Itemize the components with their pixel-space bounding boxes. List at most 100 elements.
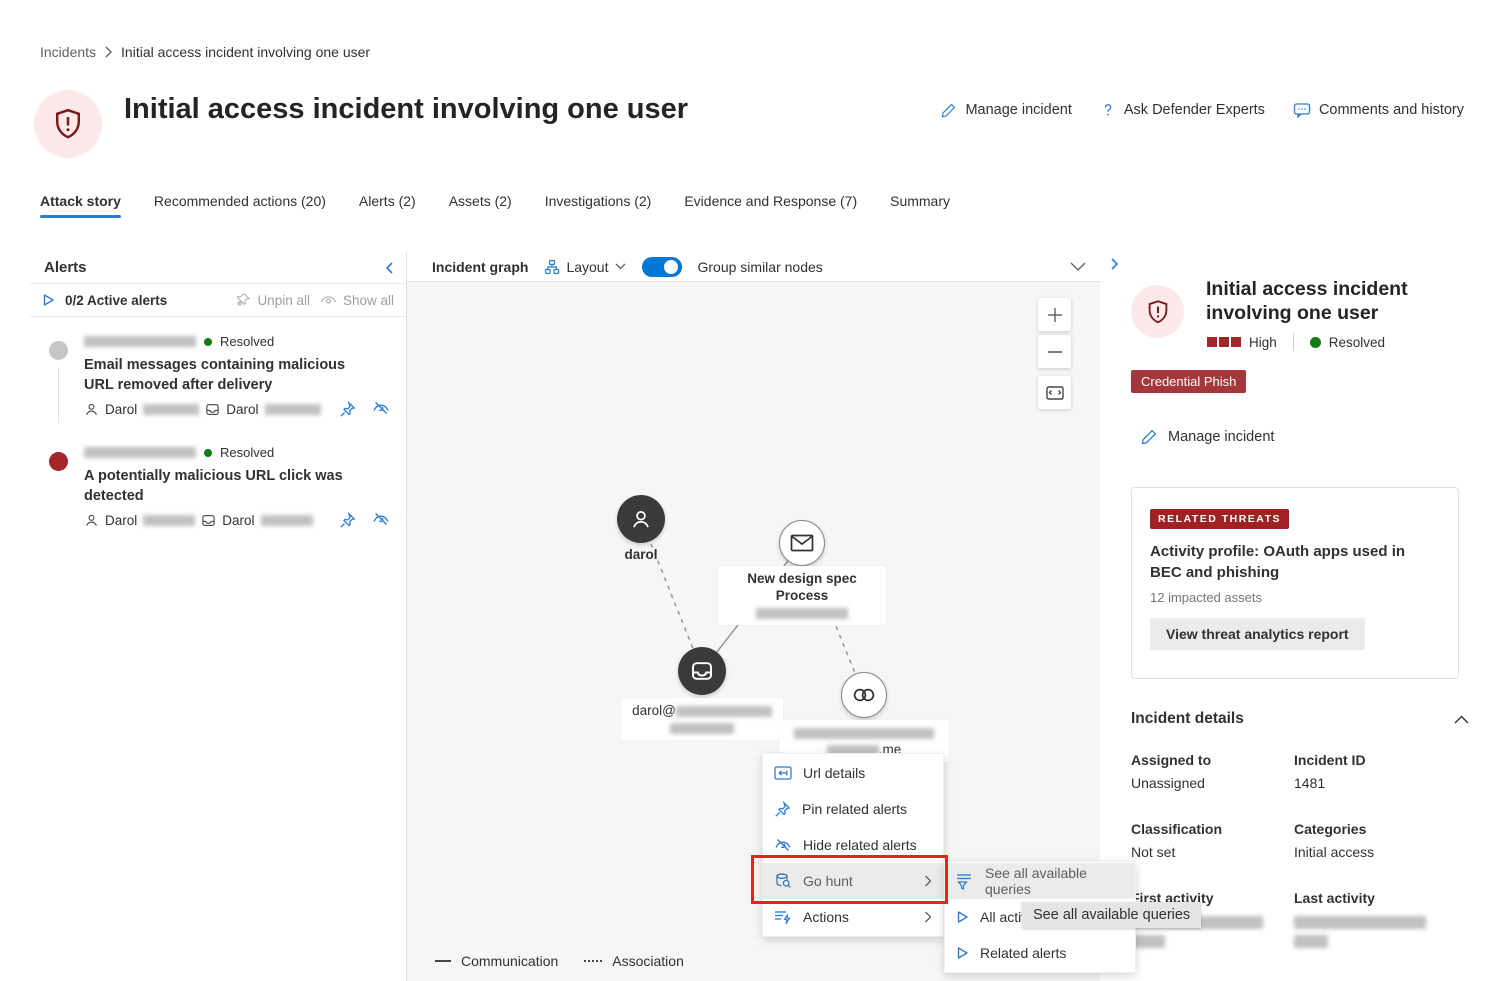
comments-history-button[interactable]: Comments and history xyxy=(1293,102,1464,118)
resolved-dot-icon xyxy=(204,449,212,457)
menu-item-hide-related-alerts[interactable]: Hide related alerts xyxy=(763,827,943,863)
menu-item-actions[interactable]: Actions xyxy=(763,899,943,935)
mailbox-prefix: darol@ xyxy=(632,703,676,718)
ask-defender-experts-button[interactable]: Ask Defender Experts xyxy=(1100,102,1265,118)
header-actions: Manage incident Ask Defender Experts Com… xyxy=(941,102,1464,118)
queries-icon xyxy=(956,873,974,890)
alert-mailbox-name[interactable]: Darol xyxy=(226,402,258,417)
play-alerts-icon[interactable] xyxy=(42,293,55,307)
tab-recommended-actions[interactable]: Recommended actions (20) xyxy=(154,193,326,218)
tab-investigations[interactable]: Investigations (2) xyxy=(545,193,652,218)
field-assigned-to: Assigned to Unassigned xyxy=(1131,752,1294,791)
timeline-connector xyxy=(58,367,59,423)
comments-history-label: Comments and history xyxy=(1319,102,1464,118)
graph-node-url[interactable] xyxy=(841,672,887,718)
zoom-out-button[interactable] xyxy=(1038,335,1071,368)
manage-incident-button[interactable]: Manage incident xyxy=(941,102,1071,118)
incident-shield-icon-small xyxy=(1131,285,1184,338)
zoom-in-button[interactable] xyxy=(1038,298,1071,331)
alert-title[interactable]: Email messages containing malicious URL … xyxy=(84,355,346,395)
graph-node-mailbox[interactable] xyxy=(678,647,726,695)
node-context-menu: Url details Pin related alerts Hide rela… xyxy=(762,753,944,937)
chevron-up-icon[interactable] xyxy=(1454,715,1469,724)
hide-alert-icon[interactable] xyxy=(372,512,390,529)
pin-icon xyxy=(774,801,791,818)
graph-node-email[interactable] xyxy=(779,520,825,566)
menu-item-label: Go hunt xyxy=(803,873,913,889)
severity-label: High xyxy=(1249,335,1277,350)
tab-alerts[interactable]: Alerts (2) xyxy=(359,193,416,218)
group-toggle-label: Group similar nodes xyxy=(698,259,823,275)
alert-user-name[interactable]: Darol xyxy=(105,513,137,528)
graph-zoom-controls xyxy=(1038,298,1071,409)
manage-incident-button-panel[interactable]: Manage incident xyxy=(1141,428,1274,445)
redacted-email-detail xyxy=(756,608,848,619)
menu-item-go-hunt[interactable]: Go hunt xyxy=(763,863,943,899)
alerts-panel-title: Alerts xyxy=(44,259,87,276)
breadcrumb-incidents-link[interactable]: Incidents xyxy=(40,44,96,60)
layout-icon xyxy=(544,259,560,275)
incident-shield-icon xyxy=(34,90,102,158)
menu-item-pin-related-alerts[interactable]: Pin related alerts xyxy=(763,791,943,827)
unpin-all-label: Unpin all xyxy=(257,293,310,308)
question-icon xyxy=(1100,102,1116,118)
field-label: Incident ID xyxy=(1294,752,1464,768)
graph-node-user[interactable] xyxy=(617,495,665,543)
unpin-all-button[interactable]: Unpin all xyxy=(235,292,310,308)
field-value: Not set xyxy=(1131,844,1294,860)
submenu-item-see-all-queries[interactable]: See all available queries xyxy=(945,863,1135,899)
hide-alert-icon[interactable] xyxy=(372,401,390,418)
graph-title: Incident graph xyxy=(432,259,528,275)
alert-title[interactable]: A potentially malicious URL click was de… xyxy=(84,466,346,506)
graph-node-user-label[interactable]: darol xyxy=(624,546,657,563)
tab-summary[interactable]: Summary xyxy=(890,193,950,218)
defender-incident-page: Incidents Initial access incident involv… xyxy=(0,0,1501,981)
alert-list-item[interactable]: Resolved A potentially malicious URL cli… xyxy=(30,431,406,542)
pin-icon[interactable] xyxy=(339,512,356,529)
hide-alert-icon xyxy=(774,838,792,853)
mailbox-icon xyxy=(205,402,220,417)
play-icon xyxy=(956,910,969,924)
person-icon xyxy=(84,513,99,528)
field-classification: Classification Not set xyxy=(1131,821,1294,860)
collapse-panel-icon[interactable] xyxy=(384,261,394,275)
graph-node-email-label[interactable]: New design spec Process xyxy=(718,566,886,625)
tab-evidence-response[interactable]: Evidence and Response (7) xyxy=(684,193,857,218)
alert-list-item[interactable]: Resolved Email messages containing malic… xyxy=(30,317,406,431)
redacted-mailbox-surname xyxy=(261,515,313,526)
chevron-down-icon xyxy=(615,263,626,270)
legend-communication: Communication xyxy=(461,953,558,969)
submenu-item-related-alerts[interactable]: Related alerts xyxy=(945,935,1135,971)
view-threat-analytics-button[interactable]: View threat analytics report xyxy=(1150,618,1365,650)
resolved-dot-icon xyxy=(1310,337,1321,348)
person-icon xyxy=(84,402,99,417)
tab-assets[interactable]: Assets (2) xyxy=(449,193,512,218)
impacted-assets-count: 12 impacted assets xyxy=(1150,590,1440,605)
alerts-panel: Alerts 0/2 Active alerts Unpin all Show … xyxy=(30,252,407,981)
field-value: 1481 xyxy=(1294,775,1464,791)
redacted-user-surname xyxy=(143,404,199,415)
collapse-right-panel-icon[interactable] xyxy=(1110,257,1120,271)
menu-item-label: Hide related alerts xyxy=(803,837,932,853)
manage-incident-label: Manage incident xyxy=(1168,429,1274,445)
incident-panel-title: Initial access incident involving one us… xyxy=(1206,277,1436,325)
show-all-button[interactable]: Show all xyxy=(320,293,394,308)
legend-association: Association xyxy=(612,953,684,969)
graph-collapse-chevron-icon[interactable] xyxy=(1070,262,1086,271)
credential-phish-tag[interactable]: Credential Phish xyxy=(1131,370,1246,393)
menu-item-url-details[interactable]: Url details xyxy=(763,755,943,791)
redacted-alert-timestamp xyxy=(84,336,196,347)
alert-user-name[interactable]: Darol xyxy=(105,402,137,417)
layout-dropdown[interactable]: Layout xyxy=(544,259,625,275)
fit-to-screen-button[interactable] xyxy=(1038,376,1071,409)
tab-attack-story[interactable]: Attack story xyxy=(40,193,121,218)
ask-defender-experts-label: Ask Defender Experts xyxy=(1124,102,1265,118)
group-similar-nodes-toggle[interactable] xyxy=(642,257,682,277)
incident-details-panel: Initial access incident involving one us… xyxy=(1101,252,1501,981)
alert-mailbox-name[interactable]: Darol xyxy=(222,513,254,528)
pin-icon[interactable] xyxy=(339,401,356,418)
redacted-mailbox-domain2 xyxy=(670,723,734,734)
play-icon xyxy=(956,946,969,960)
incident-details-title: Incident details xyxy=(1131,710,1244,728)
graph-node-mailbox-label[interactable]: darol@ xyxy=(621,698,783,740)
